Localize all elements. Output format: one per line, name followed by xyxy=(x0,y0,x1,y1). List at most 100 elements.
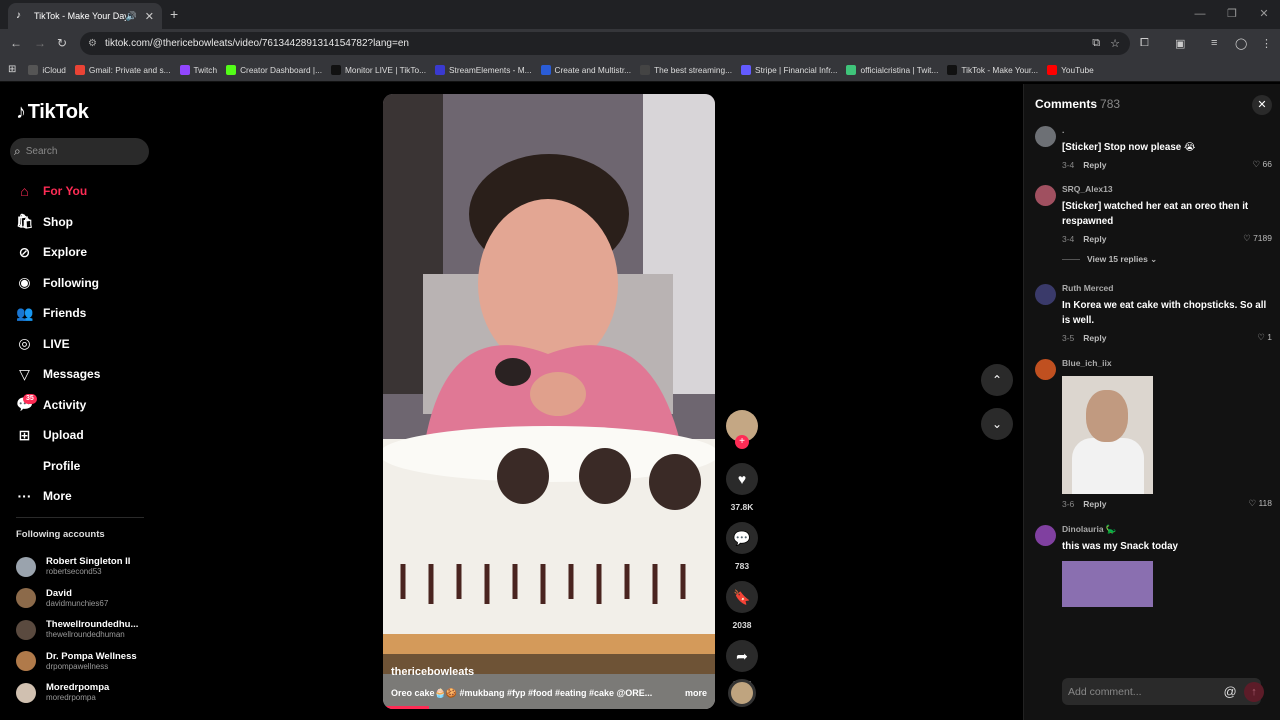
nav-item-live[interactable]: ◎ LIVE xyxy=(16,329,100,360)
nav-item-friends[interactable]: 👥 Friends xyxy=(16,298,100,329)
bookmark-item[interactable]: The best streaming... xyxy=(640,64,732,75)
comment-image[interactable] xyxy=(1062,561,1153,607)
account-handle: robertsecond53 xyxy=(46,567,102,577)
nav-item-following[interactable]: ◉ Following xyxy=(16,268,100,299)
previous-video-button[interactable]: ⌃ xyxy=(981,364,1013,396)
nav-item-activity[interactable]: 💬 35 Activity xyxy=(16,390,100,421)
reply-button[interactable]: Reply xyxy=(1083,333,1106,343)
comment-action[interactable]: 💬 783 xyxy=(726,522,758,571)
following-account[interactable]: David davidmunchies67 xyxy=(16,583,138,615)
bookmark-item[interactable]: Monitor LIVE | TikTo... xyxy=(331,64,426,75)
tab-close-icon[interactable]: ✕ xyxy=(145,10,154,23)
sidebar-panel-icon[interactable]: ▣ xyxy=(1175,37,1185,50)
reply-button[interactable]: Reply xyxy=(1083,499,1106,509)
reload-icon[interactable]: ↻ xyxy=(57,36,67,50)
nav-item-more[interactable]: ··· More xyxy=(16,481,100,512)
caption-more-link[interactable]: more xyxy=(685,688,707,699)
nav-label: Upload xyxy=(43,428,84,443)
comment-like[interactable]: ♡ 66 xyxy=(1253,159,1272,170)
bookmark-star-icon[interactable]: ☆ xyxy=(1110,37,1120,50)
comment-like[interactable]: ♡ 118 xyxy=(1248,498,1272,509)
video-username[interactable]: thericebowleats xyxy=(391,666,707,678)
comment-icon[interactable]: 💬 xyxy=(726,522,758,554)
nav-item-explore[interactable]: ⊘ Explore xyxy=(16,237,100,268)
browser-menu-icon[interactable]: ⋮ xyxy=(1261,37,1272,50)
avatar[interactable] xyxy=(1035,185,1056,206)
speaker-icon[interactable]: 🔊 xyxy=(126,11,137,22)
following-account[interactable]: Thewellroundedhu... thewellroundedhuman xyxy=(16,614,138,646)
avatar[interactable] xyxy=(1035,359,1056,380)
media-controls-icon[interactable]: ≡ xyxy=(1211,37,1217,49)
forward-icon[interactable]: → xyxy=(34,36,46,50)
browser-tab[interactable]: ♪ TikTok - Make Your Day 🔊 ✕ xyxy=(8,3,162,29)
nav-item-messages[interactable]: ▽ Messages xyxy=(16,359,100,390)
close-comments-button[interactable]: ✕ xyxy=(1252,95,1272,115)
bookmark-item[interactable]: Creator Dashboard |... xyxy=(226,64,322,75)
next-video-button[interactable]: ⌄ xyxy=(981,408,1013,440)
save-action[interactable]: 🔖 2038 xyxy=(726,581,758,630)
bookmark-item[interactable]: iCloud xyxy=(28,64,66,75)
share-icon[interactable]: ➦ xyxy=(726,640,758,672)
nav-item-shop[interactable]: 🛍 Shop xyxy=(16,207,100,238)
comment-like[interactable]: ♡ 1 xyxy=(1257,332,1272,343)
comment-username[interactable]: Blue_ich_iix xyxy=(1062,357,1272,369)
comment-footer: 3-4 Reply ♡ 66 xyxy=(1062,159,1272,170)
comment-date: 3-5 xyxy=(1062,332,1075,343)
follow-plus-icon[interactable]: + xyxy=(735,435,749,449)
extensions-icon[interactable]: ⧠ xyxy=(1140,37,1149,50)
following-account[interactable]: Moredrpompa moredrpompa xyxy=(16,677,138,709)
avatar[interactable] xyxy=(1035,284,1056,305)
nav-item-for-you[interactable]: ⌂ For You xyxy=(16,176,100,207)
comment-username[interactable]: SRQ_Alex13 xyxy=(1062,183,1272,195)
avatar[interactable] xyxy=(1035,126,1056,147)
comment-image[interactable] xyxy=(1062,376,1153,494)
maximize-icon[interactable]: ❐ xyxy=(1216,0,1248,29)
install-app-icon[interactable]: ⧉ xyxy=(1092,37,1100,50)
bookmark-item[interactable]: Stripe | Financial Infr... xyxy=(741,64,837,75)
add-comment-input[interactable]: Add comment... @ ☺ xyxy=(1062,678,1261,705)
bookmark-item[interactable]: Gmail: Private and s... xyxy=(74,64,171,75)
comment-like[interactable]: ♡ 7189 xyxy=(1243,233,1272,244)
comment-username[interactable]: . xyxy=(1062,124,1272,136)
bookmark-item[interactable]: TikTok - Make Your... xyxy=(947,64,1038,75)
new-tab-button[interactable]: + xyxy=(170,6,178,22)
reply-button[interactable]: Reply xyxy=(1083,234,1106,244)
search-icon: ⌕ xyxy=(14,144,21,158)
bookmark-item[interactable]: Twitch xyxy=(179,64,217,75)
tiktok-logo[interactable]: ♪ TikTok xyxy=(16,101,89,124)
minimize-icon[interactable]: — xyxy=(1184,0,1216,29)
bookmark-item[interactable]: StreamElements - M... xyxy=(435,64,532,75)
avatar[interactable] xyxy=(1035,525,1056,546)
comment-count: 783 xyxy=(734,561,750,571)
site-info-icon[interactable]: ⚙ xyxy=(88,38,97,49)
nav-item-upload[interactable]: ⊞ Upload xyxy=(16,420,100,451)
bookmark-item[interactable]: Create and Multistr... xyxy=(540,64,631,75)
bookmark-item[interactable]: YouTube xyxy=(1047,64,1094,75)
bookmark-icon[interactable]: 🔖 xyxy=(726,581,758,613)
back-icon[interactable]: ← xyxy=(10,36,22,50)
video-progress-bar[interactable] xyxy=(383,706,430,709)
following-account[interactable]: Dr. Pompa Wellness drpompawellness xyxy=(16,646,138,678)
bookmark-item[interactable]: officialcristina | Twit... xyxy=(846,64,939,75)
video-player[interactable]: thericebowleats Oreo cake🧁🍪 #mukbang #fy… xyxy=(383,94,715,709)
comment-username[interactable]: Ruth Merced xyxy=(1062,282,1272,294)
following-account[interactable]: Robert Singleton II robertsecond53 xyxy=(16,551,138,583)
comment-username[interactable]: Dinolauria 🦕 xyxy=(1062,523,1272,535)
url-field[interactable]: ⚙ tiktok.com/@thericebowleats/video/7613… xyxy=(80,32,1130,55)
mention-icon[interactable]: @ xyxy=(1224,684,1237,699)
creator-avatar[interactable]: + xyxy=(726,410,758,449)
reply-button[interactable]: Reply xyxy=(1083,160,1106,170)
like-action[interactable]: ♥ 37.8K xyxy=(726,463,758,512)
heart-icon[interactable]: ♥ xyxy=(726,463,758,495)
apps-grid-icon[interactable]: ⊞ xyxy=(8,64,16,75)
nav-item-profile[interactable]: Profile xyxy=(16,451,100,482)
window-close-icon[interactable]: ✕ xyxy=(1248,0,1280,29)
bookmark-favicon-icon xyxy=(640,64,651,75)
profile-icon[interactable]: ◯ xyxy=(1235,37,1247,50)
bookmark-label: officialcristina | Twit... xyxy=(860,64,939,75)
send-comment-button[interactable]: ↑ xyxy=(1244,682,1264,702)
view-replies-button[interactable]: View 15 replies ⌄ xyxy=(1035,254,1272,265)
video-actions: + ♥ 37.8K 💬 783 🔖 2038 ➦ 6983 xyxy=(726,410,758,689)
music-disc-icon[interactable] xyxy=(728,679,756,707)
search-input[interactable]: ⌕ Search xyxy=(10,138,149,165)
